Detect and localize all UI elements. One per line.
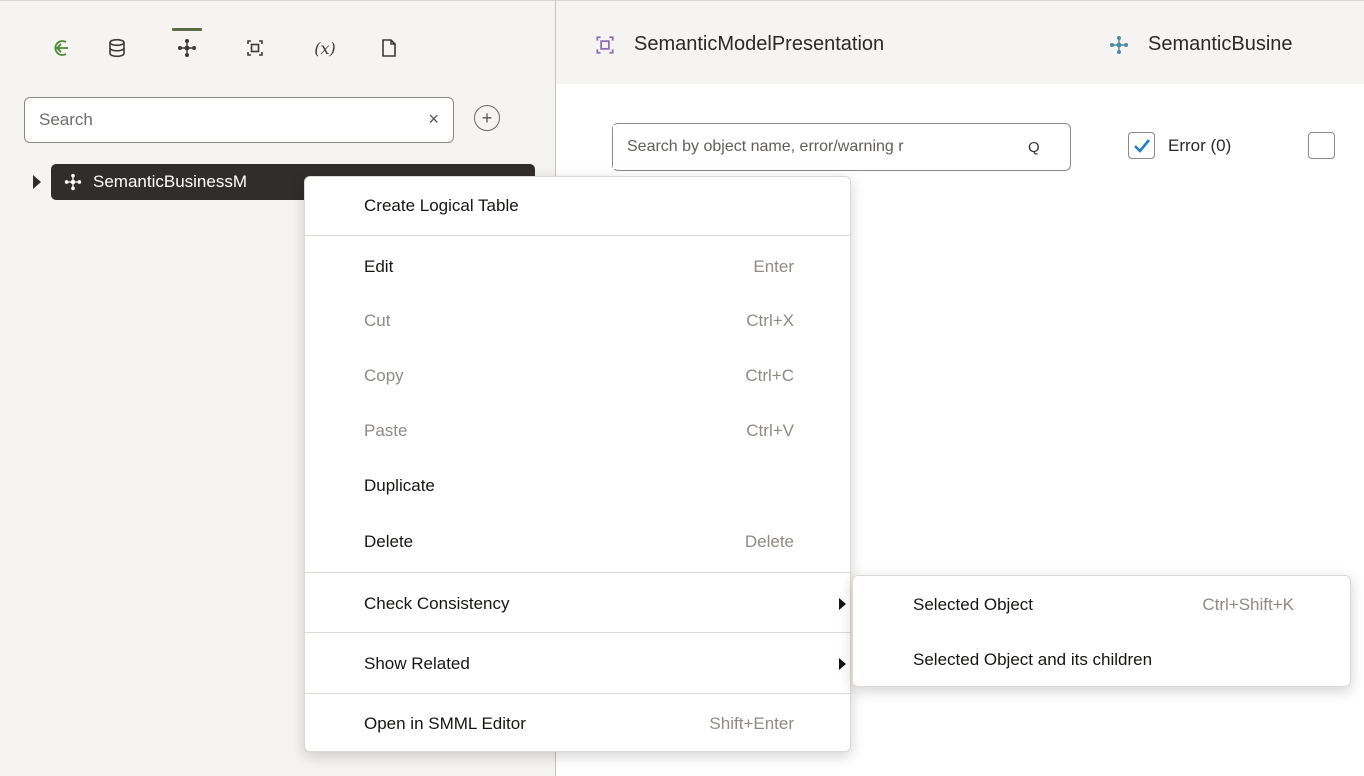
menu-item-copy[interactable]: Copy Ctrl+C: [305, 351, 852, 401]
context-menu: Create Logical Table Edit Enter Cut Ctrl…: [304, 176, 852, 752]
menu-item-edit[interactable]: Edit Enter: [305, 242, 852, 292]
tab-label: SemanticModelPresentation: [634, 33, 885, 55]
menu-item-label: Show Related: [364, 654, 470, 673]
expand-caret-icon[interactable]: [33, 175, 41, 189]
menu-separator: [305, 572, 852, 573]
menu-item-shortcut: Ctrl+C: [745, 366, 794, 385]
clear-icon[interactable]: ×: [428, 109, 439, 130]
tab-semantic-business-model[interactable]: SemanticBusine: [1108, 33, 1293, 56]
menu-item-shortcut: Shift+Enter: [709, 714, 794, 733]
menu-item-create-logical-table[interactable]: Create Logical Table: [305, 181, 852, 231]
menu-item-label: Paste: [364, 421, 408, 440]
menu-separator: [305, 235, 852, 236]
business-model-icon[interactable]: [172, 28, 202, 63]
menu-item-shortcut: Delete: [744, 532, 794, 551]
menu-item-shortcut: Ctrl+V: [746, 421, 794, 440]
menu-item-label: Check Consistency: [364, 594, 510, 613]
variables-icon[interactable]: (x): [310, 33, 340, 63]
menu-item-shortcut: Ctrl+Shift+K: [1202, 595, 1294, 614]
checkmark-icon: [1133, 138, 1150, 153]
menu-item-label: Selected Object: [913, 595, 1034, 614]
menu-item-label: Delete: [364, 532, 414, 551]
search-icon[interactable]: Q: [1028, 139, 1040, 156]
menu-item-label: Copy: [364, 366, 404, 385]
tab-label: SemanticBusine: [1148, 33, 1293, 55]
menu-item-check-consistency[interactable]: Check Consistency: [305, 579, 852, 629]
menu-item-duplicate[interactable]: Duplicate: [305, 461, 852, 511]
navigator-toolbar: (x): [0, 1, 555, 91]
submenu-arrow-icon: [839, 598, 846, 610]
check-consistency-submenu: Selected Object Ctrl+Shift+K Selected Ob…: [852, 575, 1351, 687]
error-filter-label: Error (0): [1168, 136, 1232, 155]
menu-item-label: Create Logical Table: [364, 196, 519, 215]
menu-item-open-in-smml-editor[interactable]: Open in SMML Editor Shift+Enter: [305, 699, 852, 749]
menu-item-shortcut: Enter: [753, 257, 794, 276]
warning-checkbox[interactable]: [1308, 132, 1335, 159]
submenu-item-selected-object-and-children[interactable]: Selected Object and its children: [853, 635, 1352, 685]
search-input[interactable]: [25, 98, 405, 142]
navigator-search: ×: [24, 97, 454, 143]
business-model-icon: [1110, 35, 1128, 54]
menu-separator: [305, 693, 852, 694]
menu-item-show-related[interactable]: Show Related: [305, 639, 852, 689]
database-icon[interactable]: [102, 33, 132, 63]
menu-item-label: Duplicate: [364, 476, 435, 495]
editor-tabs: SemanticModelPresentation SemanticBusine: [556, 0, 1364, 84]
document-icon[interactable]: [374, 33, 404, 63]
menu-item-label: Open in SMML Editor: [364, 714, 526, 733]
business-model-icon: [64, 173, 82, 191]
menu-item-label: Cut: [364, 311, 391, 330]
tab-semantic-model-presentation[interactable]: SemanticModelPresentation: [594, 33, 884, 56]
issue-search-input[interactable]: [613, 125, 1028, 169]
submenu-arrow-icon: [839, 658, 846, 670]
menu-item-delete[interactable]: Delete Delete: [305, 517, 852, 567]
menu-item-label: Selected Object and its children: [913, 650, 1153, 669]
add-icon[interactable]: +: [474, 105, 500, 131]
presentation-icon[interactable]: [240, 33, 270, 63]
issue-search: Q: [612, 123, 1071, 171]
presentation-icon: [596, 35, 614, 54]
submenu-item-selected-object[interactable]: Selected Object Ctrl+Shift+K: [853, 580, 1352, 630]
menu-item-shortcut: Ctrl+X: [746, 311, 794, 330]
menu-item-label: Edit: [364, 257, 394, 276]
tree-node-label: SemanticBusinessM: [93, 172, 248, 191]
menu-item-cut[interactable]: Cut Ctrl+X: [305, 296, 852, 346]
back-arrow-icon[interactable]: [48, 33, 78, 63]
menu-separator: [305, 632, 852, 633]
menu-item-paste[interactable]: Paste Ctrl+V: [305, 406, 852, 456]
error-checkbox[interactable]: [1128, 132, 1155, 159]
